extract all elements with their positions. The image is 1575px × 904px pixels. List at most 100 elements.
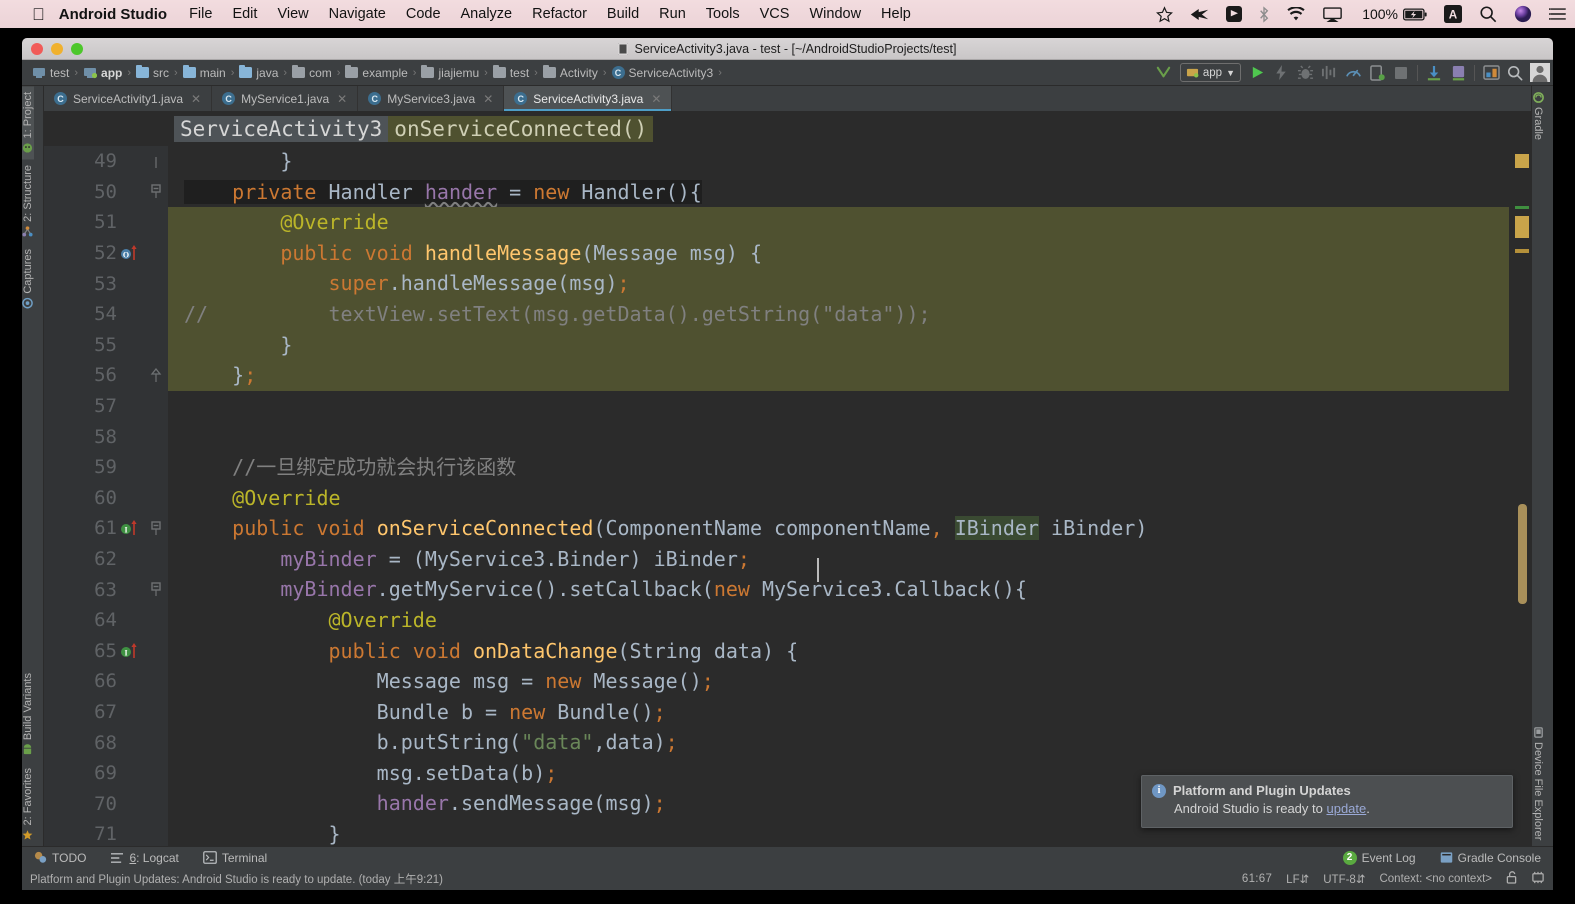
line-separator[interactable]: LF⇵	[1286, 872, 1309, 886]
gutter-line[interactable]: 70	[44, 788, 144, 819]
breadcrumb-test-pkg[interactable]: test	[489, 65, 533, 80]
menu-navigate[interactable]: Navigate	[329, 6, 386, 22]
gutter-line[interactable]: 64	[44, 605, 144, 636]
gutter-line[interactable]: 60	[44, 483, 144, 514]
siri-icon[interactable]	[1514, 5, 1532, 23]
notification-balloon[interactable]: i Platform and Plugin Updates Android St…	[1141, 775, 1513, 828]
debug-icon[interactable]	[1294, 62, 1316, 84]
editor-marker-scrollbar[interactable]	[1509, 146, 1531, 846]
wifi-icon[interactable]	[1286, 6, 1306, 22]
breadcrumb-method[interactable]: onServiceConnected()	[388, 116, 654, 142]
menu-refactor[interactable]: Refactor	[532, 6, 587, 22]
menu-view[interactable]: View	[277, 6, 308, 22]
gutter-line[interactable]: 61 I	[44, 513, 144, 544]
breadcrumb-activity[interactable]: Activity	[539, 65, 602, 80]
run-icon[interactable]	[1246, 62, 1268, 84]
code-line[interactable]: myBinder = (MyService3.Binder) iBinder;	[168, 544, 1509, 575]
gutter-line[interactable]: 55	[44, 330, 144, 361]
build-hammer-icon[interactable]	[1153, 62, 1175, 84]
menu-code[interactable]: Code	[406, 6, 441, 22]
sidebar-item-build-variants[interactable]: Build Variants	[22, 667, 34, 761]
sidebar-item-device-file-explorer[interactable]: Device File Explorer	[1532, 721, 1544, 846]
tool-button-gradle-console[interactable]: Gradle Console	[1428, 851, 1553, 865]
code-line[interactable]: @Override	[168, 207, 1509, 238]
memory-icon[interactable]	[1531, 871, 1545, 887]
code-line[interactable]: Bundle b = new Bundle();	[168, 697, 1509, 728]
close-icon[interactable]: ✕	[191, 92, 201, 106]
breadcrumb-main[interactable]: main	[179, 65, 230, 80]
notification-center-icon[interactable]	[1549, 6, 1567, 22]
code-line[interactable]: public void handleMessage(Message msg) {	[168, 237, 1509, 269]
gutter-line[interactable]: 57	[44, 391, 144, 422]
code-line[interactable]: };	[168, 360, 1509, 391]
gutter-implementing-method-icon[interactable]: I	[120, 642, 140, 660]
gutter-line[interactable]: 50	[44, 177, 144, 208]
menu-vcs[interactable]: VCS	[760, 6, 790, 22]
star-icon[interactable]	[1156, 5, 1174, 23]
code-text-area[interactable]: } private Handler hander = new Handler()…	[168, 146, 1509, 846]
fold-collapse-handle[interactable]	[144, 513, 184, 544]
apply-changes-icon[interactable]	[1270, 62, 1292, 84]
gutter-line[interactable]: 67	[44, 697, 144, 728]
gutter-line[interactable]: 63	[44, 574, 144, 605]
breadcrumb-class[interactable]: ServiceActivity3	[174, 116, 389, 142]
sidebar-item-favorites[interactable]: 2: Favorites	[22, 762, 34, 846]
sidebar-item-structure[interactable]: 2: Structure	[22, 159, 34, 243]
gutter-line[interactable]: 66	[44, 666, 144, 697]
code-line[interactable]: }	[168, 329, 1509, 361]
tool-button-logcat[interactable]: 6: Logcat	[98, 851, 190, 865]
layout-inspector-icon[interactable]	[1480, 62, 1502, 84]
attach-debugger-icon[interactable]	[1318, 62, 1340, 84]
breadcrumb-com[interactable]: com	[288, 65, 336, 80]
stop-icon[interactable]	[1390, 62, 1412, 84]
file-encoding[interactable]: UTF-8⇵	[1323, 872, 1365, 886]
avd-manager-icon[interactable]	[1366, 62, 1388, 84]
dropbox-icon[interactable]	[1226, 6, 1243, 22]
code-line[interactable]: myBinder.getMyService().setCallback(new …	[168, 574, 1509, 605]
menu-tools[interactable]: Tools	[706, 6, 740, 22]
gutter-line[interactable]: 52 O	[44, 238, 144, 269]
fold-end-handle[interactable]	[144, 146, 168, 177]
gutter-line[interactable]: 56	[44, 360, 144, 391]
fold-collapse-handle[interactable]	[144, 177, 168, 208]
gutter-line[interactable]: 62	[44, 544, 144, 575]
editor-gutter[interactable]: 49 50 51 52 O 53 54 55 56 57 58 59 60 61 I 62 63 64 65 I 66 6…	[44, 146, 144, 846]
apple-menu-icon[interactable]: 	[32, 6, 45, 23]
code-line[interactable]: //一旦绑定成功就会执行该函数	[168, 452, 1509, 483]
airplay-icon[interactable]	[1323, 6, 1343, 22]
code-line[interactable]: @Override	[168, 605, 1509, 636]
update-link[interactable]: update	[1326, 801, 1366, 816]
input-source-icon[interactable]: A	[1444, 5, 1462, 23]
battery-indicator[interactable]: 100%	[1362, 6, 1427, 22]
tab-serviceactivity3[interactable]: C ServiceActivity3.java ✕	[504, 86, 673, 111]
menu-build[interactable]: Build	[607, 6, 639, 22]
gutter-line[interactable]: 68	[44, 727, 144, 758]
code-line[interactable]: public void onDataChange(String data) {	[168, 636, 1509, 667]
breadcrumb-app[interactable]: app	[79, 66, 126, 80]
search-icon[interactable]	[1479, 5, 1497, 23]
gutter-line[interactable]: 65 I	[44, 636, 144, 667]
sidebar-item-gradle[interactable]: Gradle	[1532, 86, 1544, 146]
bluetooth-icon[interactable]	[1259, 5, 1269, 23]
run-configuration-selector[interactable]: app ▼	[1179, 63, 1241, 82]
sidebar-item-project[interactable]: 1: Project	[22, 86, 34, 160]
fold-collapse-handle[interactable]	[144, 574, 168, 605]
code-line[interactable]	[168, 391, 1509, 422]
gutter-line[interactable]: 53	[44, 268, 144, 299]
gutter-line[interactable]: 58	[44, 421, 144, 452]
code-line[interactable]: }	[168, 146, 1509, 177]
user-avatar-icon[interactable]	[1528, 62, 1552, 84]
breadcrumb-java[interactable]: java	[235, 65, 282, 80]
profile-icon[interactable]	[1342, 62, 1364, 84]
caret-position[interactable]: 61:67	[1242, 873, 1272, 885]
breadcrumb-serviceactivity3[interactable]: C ServiceActivity3	[608, 66, 718, 80]
tool-button-todo[interactable]: TODO	[22, 851, 98, 865]
code-line[interactable]: @Override	[168, 483, 1509, 514]
code-line[interactable]: private Handler hander = new Handler(){	[168, 177, 1509, 208]
search-everywhere-icon[interactable]	[1504, 62, 1526, 84]
menu-analyze[interactable]: Analyze	[461, 6, 513, 22]
breadcrumb-test[interactable]: test	[28, 66, 73, 80]
breadcrumb-src[interactable]: src	[132, 65, 173, 80]
gutter-line[interactable]: 71	[44, 819, 144, 846]
gutter-line[interactable]: 49	[44, 146, 144, 177]
